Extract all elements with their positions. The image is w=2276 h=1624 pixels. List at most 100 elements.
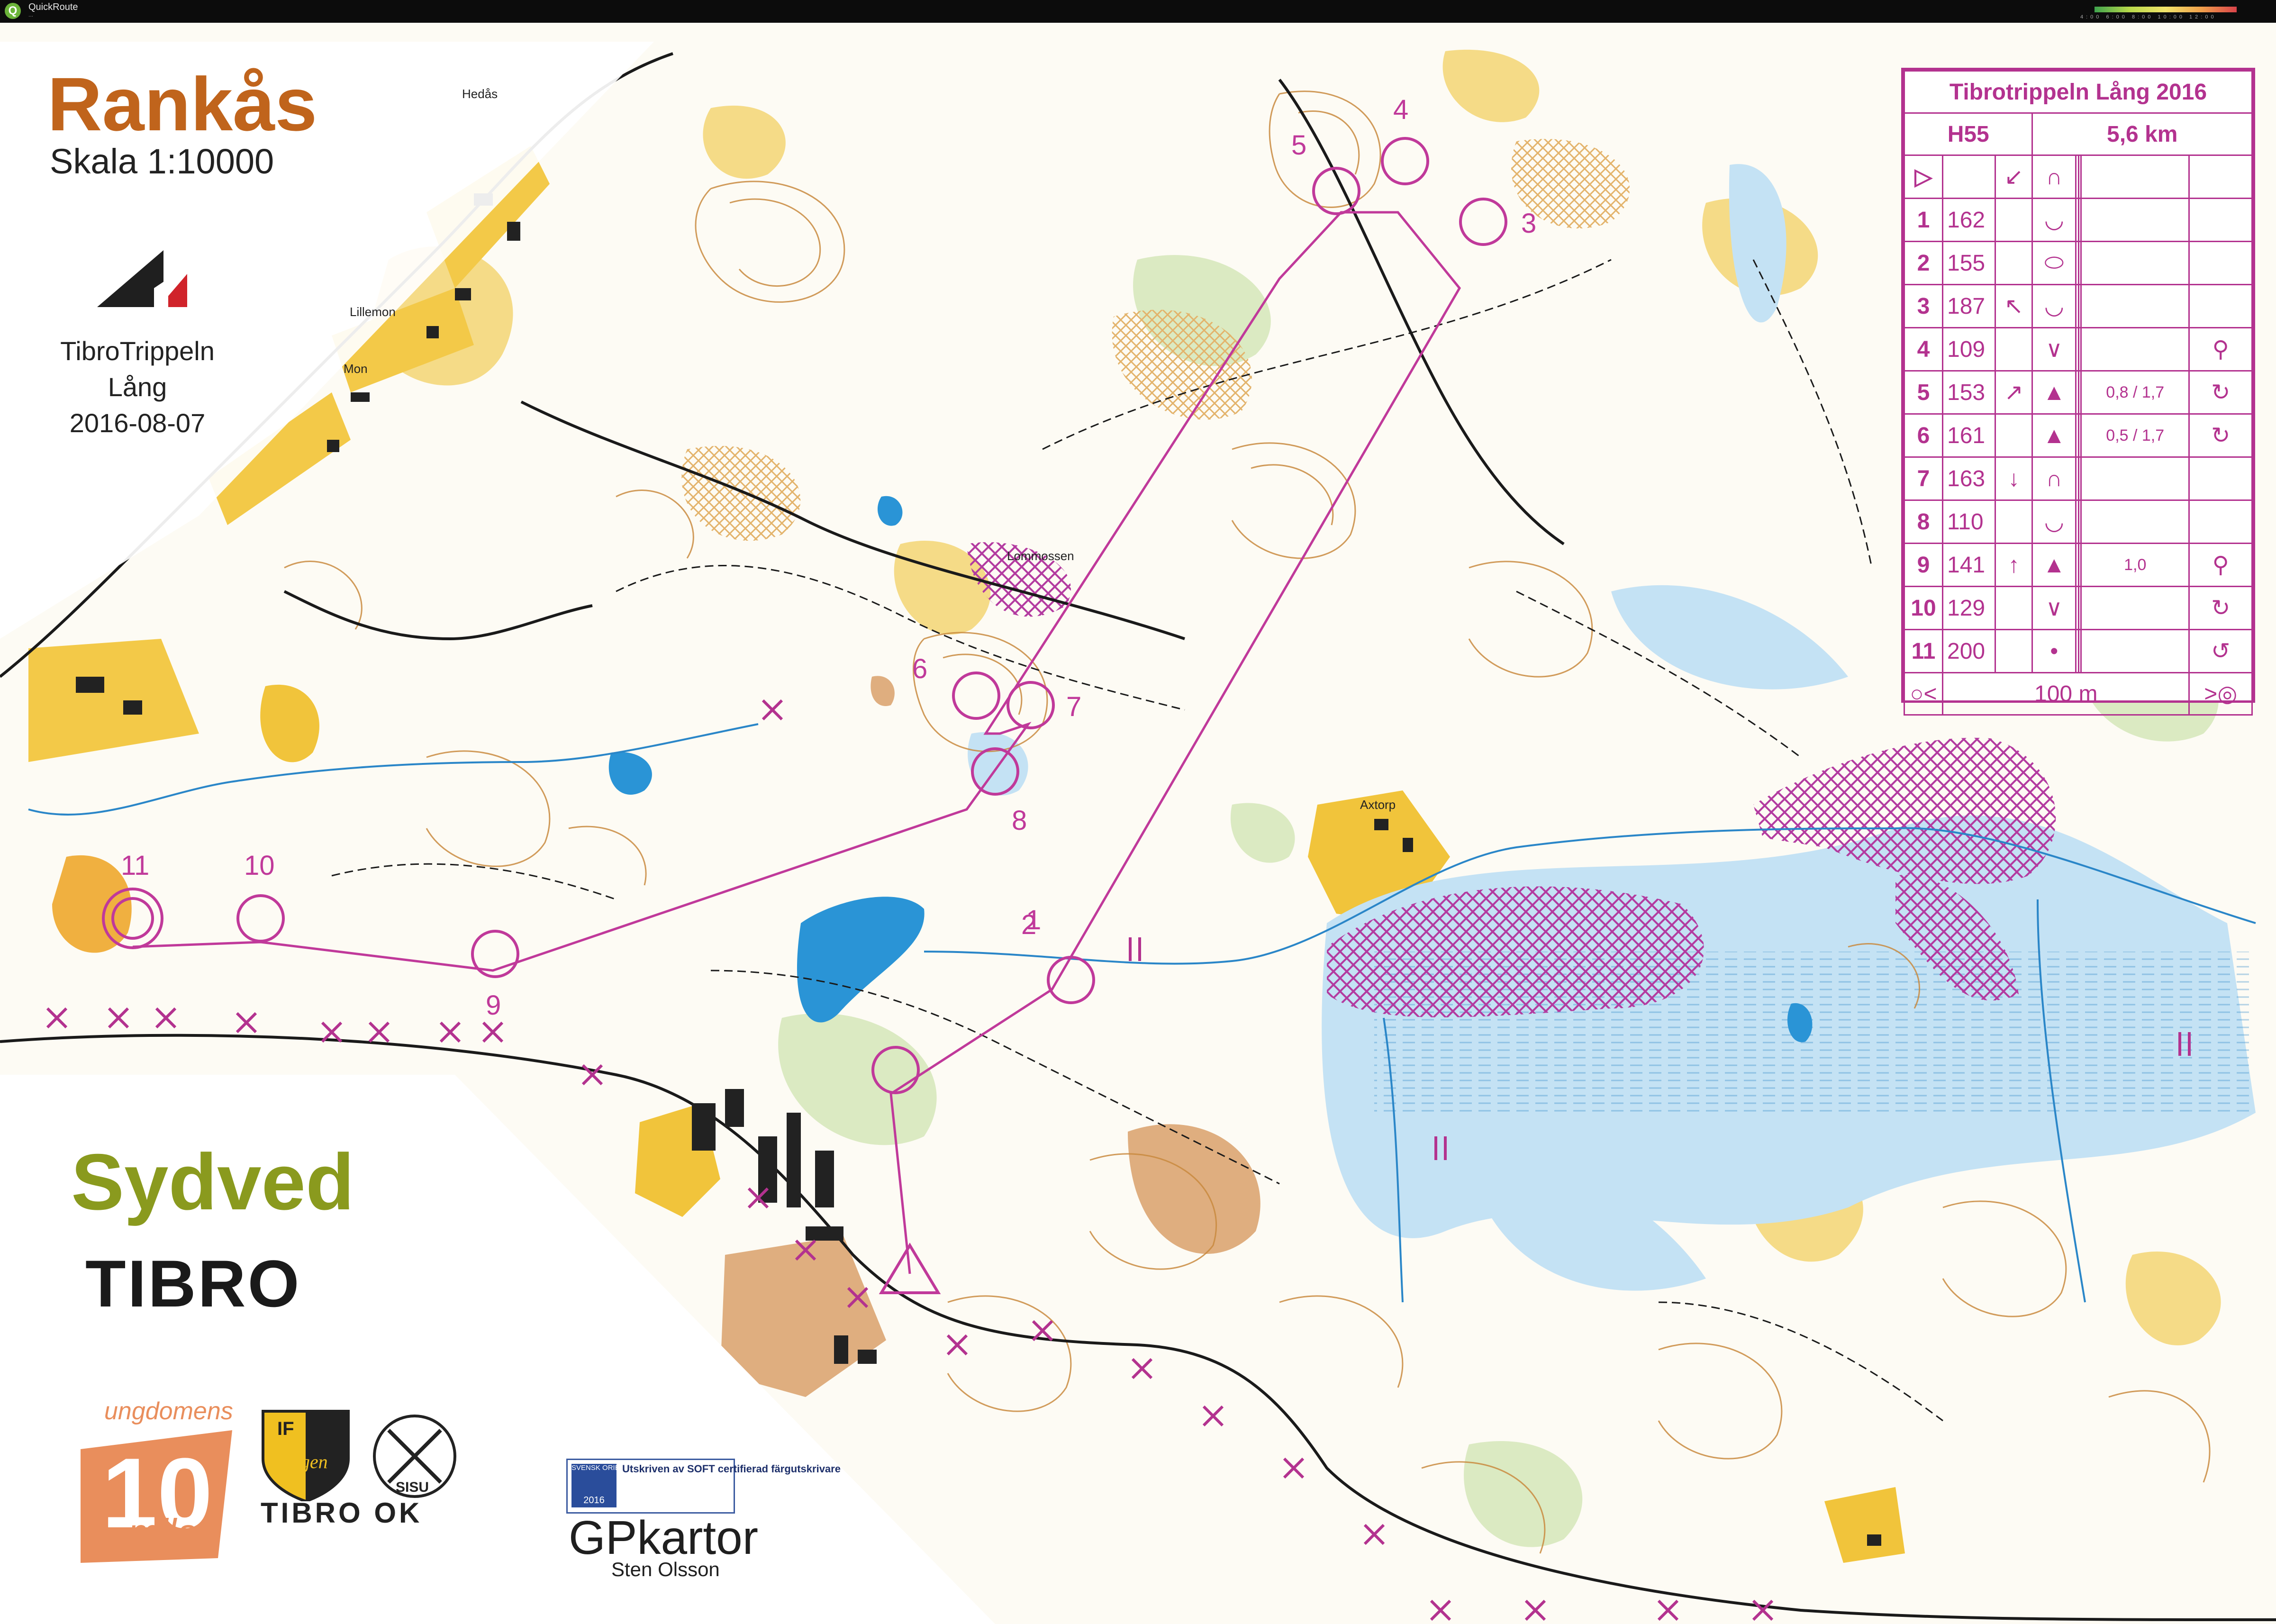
window-titlebar: Q QuickRoute ... 4:00 6:00 8:00 10:00 12… [0, 0, 2276, 23]
description-code: 153 [1942, 370, 1996, 415]
start-feature-icon: ∩ [2031, 154, 2077, 199]
description-row: 11 200 • ↺ [1904, 629, 2253, 673]
description-number: 5 [1904, 370, 1943, 415]
description-dim [2080, 327, 2190, 372]
description-code: 129 [1942, 586, 1996, 630]
start-direction-icon: ↙ [1994, 154, 2033, 199]
ungdomens-mila: mila [128, 1511, 198, 1553]
description-extra: ↺ [2188, 629, 2253, 673]
gp-kartor-owner: Sten Olsson [611, 1558, 720, 1580]
description-row: 5 153 ↗ ▲ 0,8 / 1,7 ↻ [1904, 370, 2253, 415]
description-dim [2080, 586, 2190, 630]
window-subtitle: ... [28, 11, 34, 18]
place-mon: Mon [344, 362, 368, 376]
description-dir [1994, 198, 2033, 242]
description-dim: 0,5 / 1,7 [2080, 413, 2190, 458]
description-feature: ∨ [2031, 327, 2077, 372]
description-dir [1994, 499, 2033, 544]
description-extra: ↻ [2188, 413, 2253, 458]
description-code: 141 [1942, 543, 1996, 587]
sisu-logo: SISU [373, 1415, 456, 1498]
description-number: 8 [1904, 499, 1943, 544]
finish-icon: >◎ [2188, 672, 2253, 716]
description-dim: 1,0 [2080, 543, 2190, 587]
description-dir: ↑ [1994, 543, 2033, 587]
control-number-11: 11 [121, 850, 150, 881]
description-code: 110 [1942, 499, 1996, 544]
description-code: 163 [1942, 456, 1996, 501]
description-code: 161 [1942, 413, 1996, 458]
place-axtorp: Axtorp [1360, 798, 1396, 812]
control-description-sheet: Tibrotrippeln Lång 2016 H55 5,6 km ▷ ↙ ∩… [1901, 68, 2255, 716]
start-triangle-icon: ▷ [1904, 154, 1943, 199]
map-title: Rankås [47, 62, 317, 146]
description-row: 4 109 ∨ ⚲ [1904, 327, 2253, 372]
description-extra [2188, 284, 2253, 328]
place-lillemon: Lillemon [350, 305, 396, 319]
description-dir [1994, 327, 2033, 372]
description-dir: ↗ [1994, 370, 2033, 415]
map-scale: Skala 1:10000 [50, 142, 274, 181]
description-dim: 0,8 / 1,7 [2080, 370, 2190, 415]
control-number-7: 7 [1066, 691, 1082, 722]
description-feature: ▲ [2031, 543, 2077, 587]
description-dir [1994, 413, 2033, 458]
description-extra [2188, 456, 2253, 501]
description-number: 9 [1904, 543, 1943, 587]
event-name: TibroTrippeln Lång 2016-08-07 [60, 336, 215, 438]
description-number: 3 [1904, 284, 1943, 328]
description-row: 9 141 ↑ ▲ 1,0 ⚲ [1904, 543, 2253, 587]
description-class: H55 [1903, 112, 2033, 156]
sponsor-sydved: Sydved [71, 1137, 354, 1226]
control-number-10: 10 [244, 850, 275, 881]
description-extra: ↻ [2188, 370, 2253, 415]
description-code: 187 [1942, 284, 1996, 328]
description-row: 7 163 ↓ ∩ [1904, 456, 2253, 501]
description-row: 2 155 ⬭ [1904, 241, 2253, 285]
description-feature: ▲ [2031, 370, 2077, 415]
soft-text: Utskriven av SOFT certifierad färgutskri… [622, 1463, 841, 1475]
description-feature: ◡ [2031, 198, 2077, 242]
description-row: 3 187 ↖ ◡ [1904, 284, 2253, 328]
soft-certified-badge: SVENSK ORIENTERING 2016 Utskriven av SOF… [566, 1459, 841, 1514]
control-number-4: 4 [1393, 94, 1409, 125]
description-feature: ⬭ [2031, 241, 2077, 285]
sponsor-tibro-ok: TIBRO OK [261, 1497, 423, 1529]
if-hagen-shield: IF Hagen [262, 1410, 350, 1501]
gp-kartor-logo: GPkartor [569, 1511, 759, 1564]
description-dim [2080, 629, 2190, 673]
control-number-3: 3 [1521, 208, 1537, 239]
sisu-text: SISU [396, 1479, 429, 1495]
orienteering-map[interactable]: Rankås Skala 1:10000 TibroTrippeln Lång … [0, 23, 2276, 1624]
description-feature: ∨ [2031, 586, 2077, 630]
description-dir [1994, 241, 2033, 285]
control-number-6: 6 [912, 653, 928, 684]
description-dim [2080, 241, 2190, 285]
description-length: 5,6 km [2031, 112, 2253, 156]
control-number-8: 8 [1012, 805, 1027, 836]
description-number: 4 [1904, 327, 1943, 372]
description-row: 8 110 ◡ [1904, 499, 2253, 544]
place-hedas: Hedås [462, 87, 498, 101]
description-feature: • [2031, 629, 2077, 673]
description-extra: ⚲ [2188, 543, 2253, 587]
soft-year: 2016 [583, 1495, 605, 1506]
place-lommossen: Lommossen [1007, 549, 1074, 563]
hagen-if: IF [277, 1418, 294, 1439]
quickroute-app-icon: Q [5, 3, 21, 19]
description-extra: ↻ [2188, 586, 2253, 630]
description-dim [2080, 284, 2190, 328]
control-number-9: 9 [486, 990, 501, 1021]
description-feature: ∩ [2031, 456, 2077, 501]
description-code: 109 [1942, 327, 1996, 372]
description-extra [2188, 198, 2253, 242]
description-row: 1 162 ◡ [1904, 198, 2253, 242]
finish-start-icon: ○< [1904, 672, 1943, 716]
description-feature: ◡ [2031, 499, 2077, 544]
description-number: 11 [1904, 629, 1943, 673]
description-code: 162 [1942, 198, 1996, 242]
description-dim [2080, 499, 2190, 544]
description-code: 200 [1942, 629, 1996, 673]
ungdomens-label: ungdomens [104, 1397, 233, 1425]
pace-color-scale [2095, 7, 2237, 12]
